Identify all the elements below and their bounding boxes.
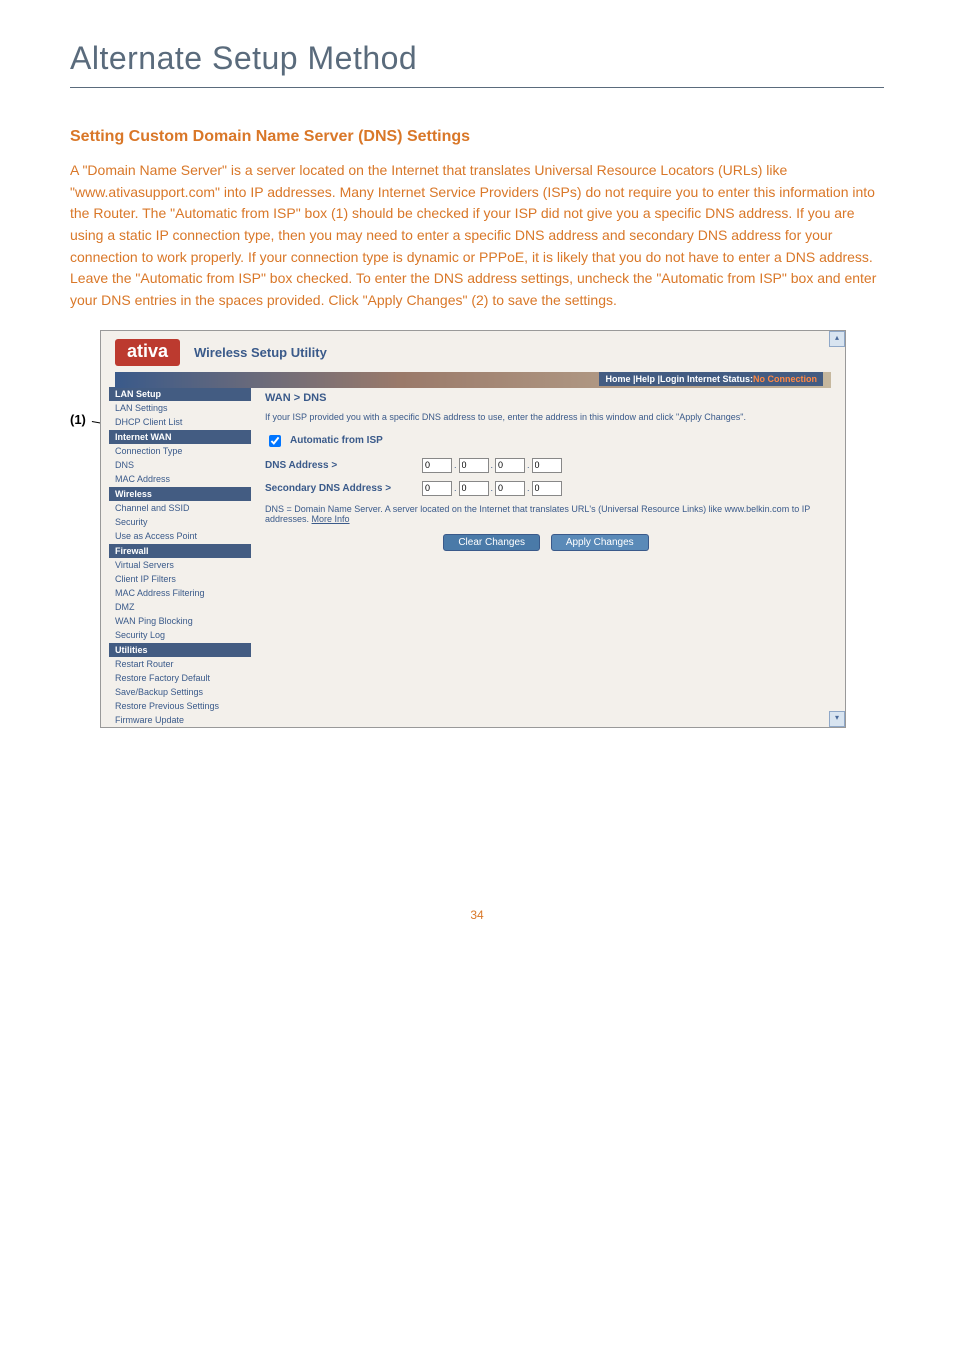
- more-info-link[interactable]: More Info: [312, 514, 350, 524]
- sidebar-item-dmz[interactable]: DMZ: [109, 600, 251, 614]
- page-title: Alternate Setup Method: [70, 40, 884, 77]
- breadcrumb: WAN > DNS: [265, 392, 827, 404]
- scrollbar-up-icon[interactable]: ▴: [829, 331, 845, 347]
- sidebar-item-mac-filter[interactable]: MAC Address Filtering: [109, 586, 251, 600]
- internet-status: No Connection: [753, 374, 817, 384]
- sidebar-item-client-ip[interactable]: Client IP Filters: [109, 572, 251, 586]
- sidebar-item-lan-settings[interactable]: LAN Settings: [109, 401, 251, 415]
- section-title: Setting Custom Domain Name Server (DNS) …: [70, 128, 884, 146]
- title-divider: [70, 87, 884, 88]
- body-text: A "Domain Name Server" is a server locat…: [70, 160, 884, 312]
- sidebar-item-mac[interactable]: MAC Address: [109, 472, 251, 486]
- scrollbar-down-icon[interactable]: ▾: [829, 711, 845, 727]
- auto-isp-label: Automatic from ISP: [290, 435, 383, 446]
- dns-ip-3[interactable]: [495, 458, 525, 473]
- callout-1: (1): [70, 412, 86, 427]
- sidebar-head-firewall[interactable]: Firewall: [109, 544, 251, 558]
- apply-changes-button[interactable]: Apply Changes: [551, 534, 649, 551]
- sidebar-head-utilities[interactable]: Utilities: [109, 643, 251, 657]
- sidebar-item-conn-type[interactable]: Connection Type: [109, 444, 251, 458]
- sidebar: LAN Setup LAN Settings DHCP Client List …: [101, 386, 251, 727]
- sec-dns-label: Secondary DNS Address >: [265, 483, 410, 494]
- router-ui-screenshot: ▴ ▾ ativa Wireless Setup Utility Home |H…: [100, 330, 846, 728]
- button-row: Clear Changes Apply Changes: [265, 534, 827, 551]
- clear-changes-button[interactable]: Clear Changes: [443, 534, 540, 551]
- screenshot-figure: (1) (2) ▴ ▾ ativa Wireless Setup Utility…: [100, 330, 884, 728]
- sidebar-item-save-backup[interactable]: Save/Backup Settings: [109, 685, 251, 699]
- dns-ip-1[interactable]: [422, 458, 452, 473]
- dns-address-label: DNS Address >: [265, 460, 410, 471]
- header-links[interactable]: Home |Help |Login Internet Status:No Con…: [599, 372, 823, 386]
- header-bar: Home |Help |Login Internet Status:No Con…: [115, 372, 831, 388]
- sec-dns-ip-inputs: . . .: [422, 481, 562, 496]
- sidebar-item-wan-ping[interactable]: WAN Ping Blocking: [109, 614, 251, 628]
- dns-ip-inputs: . . .: [422, 458, 562, 473]
- sidebar-head-wireless[interactable]: Wireless: [109, 487, 251, 501]
- header-links-text[interactable]: Home |Help |Login Internet Status:: [605, 374, 753, 384]
- sidebar-item-virtual-servers[interactable]: Virtual Servers: [109, 558, 251, 572]
- router-header: ativa Wireless Setup Utility: [101, 331, 845, 368]
- dns-ip-4[interactable]: [532, 458, 562, 473]
- sidebar-head-lan[interactable]: LAN Setup: [109, 387, 251, 401]
- sidebar-item-restart[interactable]: Restart Router: [109, 657, 251, 671]
- panel-intro: If your ISP provided you with a specific…: [265, 412, 827, 422]
- sec-dns-ip-2[interactable]: [459, 481, 489, 496]
- sec-dns-ip-1[interactable]: [422, 481, 452, 496]
- dns-note: DNS = Domain Name Server. A server locat…: [265, 504, 827, 524]
- sidebar-item-restore-prev[interactable]: Restore Previous Settings: [109, 699, 251, 713]
- sidebar-item-dns[interactable]: DNS: [109, 458, 251, 472]
- main-panel: WAN > DNS If your ISP provided you with …: [251, 386, 845, 727]
- dns-ip-2[interactable]: [459, 458, 489, 473]
- utility-title: Wireless Setup Utility: [194, 345, 327, 360]
- sec-dns-ip-4[interactable]: [532, 481, 562, 496]
- sidebar-item-dhcp[interactable]: DHCP Client List: [109, 415, 251, 429]
- sidebar-item-sec-log[interactable]: Security Log: [109, 628, 251, 642]
- sidebar-item-ap[interactable]: Use as Access Point: [109, 529, 251, 543]
- auto-isp-checkbox[interactable]: [269, 435, 281, 447]
- sidebar-item-security[interactable]: Security: [109, 515, 251, 529]
- sidebar-item-restore-default[interactable]: Restore Factory Default: [109, 671, 251, 685]
- sidebar-item-channel[interactable]: Channel and SSID: [109, 501, 251, 515]
- sidebar-head-wan[interactable]: Internet WAN: [109, 430, 251, 444]
- sidebar-item-firmware[interactable]: Firmware Update: [109, 713, 251, 727]
- sec-dns-ip-3[interactable]: [495, 481, 525, 496]
- brand-logo: ativa: [115, 339, 180, 366]
- page-number: 34: [70, 908, 884, 922]
